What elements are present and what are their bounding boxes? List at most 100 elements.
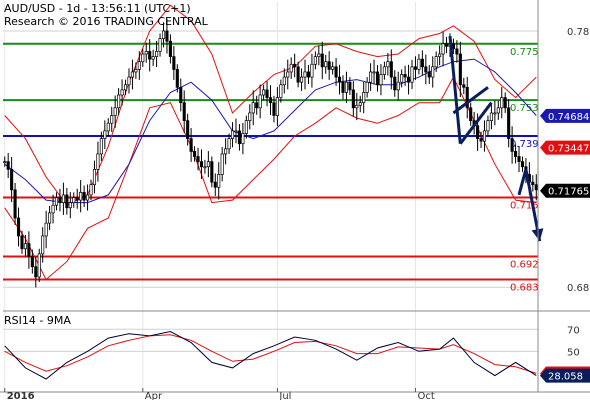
- candle-body: [469, 107, 473, 121]
- candle-body: [37, 253, 41, 278]
- candle-body: [3, 161, 7, 163]
- candle-body: [237, 130, 241, 145]
- candle-body: [241, 133, 245, 145]
- candle-body: [224, 148, 228, 155]
- candle-body: [86, 194, 90, 201]
- candle-body: [493, 112, 497, 115]
- candle-body: [127, 76, 131, 86]
- candle-body: [486, 120, 490, 132]
- candle-body: [496, 107, 500, 114]
- candle-body: [393, 76, 397, 91]
- candle-body: [82, 192, 86, 201]
- candle-body: [476, 125, 480, 139]
- candle-body: [517, 156, 521, 162]
- candle-body: [534, 184, 538, 191]
- candle-body: [348, 81, 352, 91]
- candle-body: [262, 89, 266, 96]
- candle-body: [341, 81, 345, 93]
- candle-body: [65, 194, 69, 209]
- candle-body: [334, 66, 338, 78]
- candle-body: [79, 192, 83, 201]
- candle-body: [258, 94, 262, 109]
- candle-body: [41, 235, 45, 255]
- date-tick-label: 2016: [7, 391, 35, 400]
- date-tick-label: Apr: [145, 391, 163, 400]
- candle-body: [427, 71, 431, 78]
- candle-body: [210, 161, 214, 183]
- candle-body: [123, 84, 128, 91]
- price-tag-0.71765: 0.71765: [540, 183, 590, 198]
- candle-body: [6, 161, 10, 170]
- price-tag-0.74684-text: 0.74684: [548, 112, 589, 123]
- candle-body: [514, 151, 518, 157]
- candle-body: [379, 74, 383, 86]
- candle-body: [358, 102, 362, 106]
- candle-body: [48, 212, 52, 224]
- candle-body: [75, 197, 79, 201]
- candle-body: [458, 53, 462, 86]
- candle-body: [23, 243, 27, 250]
- candle-body: [434, 56, 438, 68]
- candle-body: [99, 138, 103, 155]
- candle-body: [113, 107, 117, 116]
- candle-body: [275, 97, 279, 116]
- candle-body: [389, 61, 393, 78]
- candle-body: [251, 102, 255, 114]
- candle-body: [13, 189, 17, 219]
- candle-body: [72, 197, 76, 203]
- chart-canvas: 0.7750.7530.7390.7150.6920.683 0.780.682…: [0, 0, 590, 400]
- candle-body: [196, 156, 200, 162]
- candle-body: [424, 66, 428, 73]
- candle-body: [165, 30, 169, 42]
- candle-body: [130, 71, 134, 78]
- candle-body: [199, 161, 204, 168]
- candle-body: [89, 184, 93, 196]
- candle-body: [51, 204, 55, 214]
- price-tag-0.73447-text: 0.73447: [548, 144, 589, 155]
- chart-header-symbol: AUD/USD - 1d - 13:56:11 (UTC+1): [4, 2, 191, 15]
- candle-body: [30, 256, 34, 268]
- rsi-tick-label: 70: [567, 325, 580, 336]
- candle-body: [507, 107, 511, 139]
- candle-body: [400, 74, 404, 83]
- candle-body: [503, 97, 507, 109]
- candle-body: [375, 71, 380, 86]
- candle-body: [92, 168, 97, 186]
- candle-body: [403, 74, 407, 78]
- candle-body: [117, 94, 121, 109]
- candle-body: [268, 97, 273, 104]
- candle-body: [413, 66, 418, 70]
- candle-body: [293, 63, 297, 68]
- candle-body: [417, 58, 421, 70]
- candle-body: [206, 161, 210, 168]
- level-label-0.692: 0.692: [510, 259, 539, 270]
- candle-body: [151, 56, 155, 60]
- candle-body: [286, 71, 290, 78]
- candle-body: [220, 153, 224, 175]
- price-tag-0.73447: 0.73447: [540, 140, 590, 155]
- level-label-0.753: 0.753: [510, 103, 539, 114]
- candle-body: [255, 102, 259, 109]
- candle-body: [168, 40, 172, 57]
- candle-body: [317, 53, 321, 57]
- candle-body: [289, 63, 293, 73]
- candle-body: [265, 89, 269, 98]
- candle-body: [161, 30, 166, 39]
- date-tick-label: Oct: [417, 391, 434, 400]
- candle-body: [189, 138, 193, 152]
- candle-body: [27, 243, 31, 257]
- candle-body: [158, 38, 162, 52]
- candle-body: [106, 122, 110, 132]
- candle-body: [462, 84, 466, 88]
- candle-body: [410, 66, 414, 83]
- candle-body: [144, 51, 148, 55]
- candle-body: [44, 222, 48, 237]
- candle-body: [431, 66, 435, 78]
- candle-body: [175, 69, 179, 88]
- candle-body: [172, 56, 176, 70]
- candle-body: [230, 130, 235, 139]
- candle-body: [141, 53, 145, 63]
- candle-body: [182, 102, 186, 121]
- candle-body: [489, 112, 493, 121]
- rsi-tick-label: 50: [567, 347, 580, 358]
